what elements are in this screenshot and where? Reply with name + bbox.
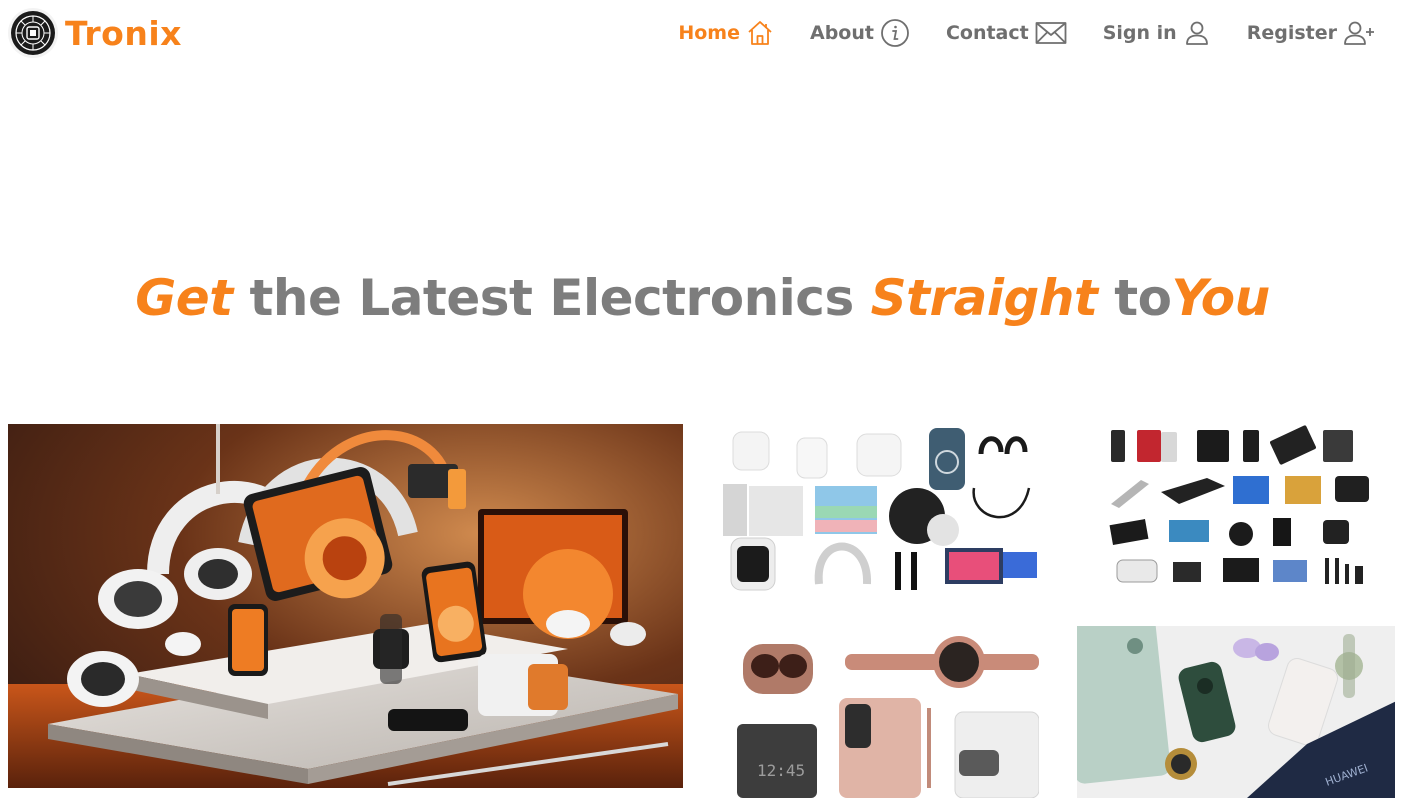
brand-name[interactable]: Tronix [65,14,182,53]
hero-headline: Get the Latest Electronics Straight toYo… [0,262,1405,334]
hero-word-get: Get [135,269,233,327]
home-icon[interactable] [746,19,774,47]
hero-image-electronics-collage [8,424,683,788]
hero-word-you: You [1171,269,1271,327]
brand[interactable]: Tronix [8,8,182,58]
nav-item-register[interactable]: Register [1247,19,1377,47]
nav-label-about[interactable]: About [810,22,874,44]
nav-item-contact[interactable]: Contact [946,20,1067,46]
gallery-image-huawei-devices: HUAWEI [1077,626,1395,798]
nav-label-contact[interactable]: Contact [946,22,1029,44]
nav-label-sign-in[interactable]: Sign in [1103,22,1177,44]
hero-word-to: to [1097,269,1172,327]
brand-logo-icon[interactable] [8,8,58,58]
hero-word-straight: Straight [870,269,1098,327]
nav-label-home[interactable]: Home [678,22,740,44]
nav-item-sign-in[interactable]: Sign in [1103,19,1211,47]
info-circle-icon[interactable] [880,18,910,48]
person-plus-icon[interactable] [1343,19,1377,47]
person-icon[interactable] [1183,19,1211,47]
gallery-image-samsung-devices: 12:45 [719,626,1039,798]
navbar: Tronix Home About Contact Sign in Regist… [0,0,1405,66]
hero-phrase-latest-electronics: the Latest Electronics [232,269,871,327]
envelope-icon[interactable] [1035,20,1067,46]
nav-label-register[interactable]: Register [1247,22,1337,44]
svg-text:12:45: 12:45 [757,761,805,780]
gallery-image-apple-products [719,424,1039,597]
nav-item-about[interactable]: About [810,18,910,48]
nav-item-home[interactable]: Home [678,19,774,47]
main-nav: Home About Contact Sign in Register [678,14,1377,52]
hero: Get the Latest Electronics Straight toYo… [0,262,1405,334]
gallery-image-sony-products [1077,424,1395,597]
